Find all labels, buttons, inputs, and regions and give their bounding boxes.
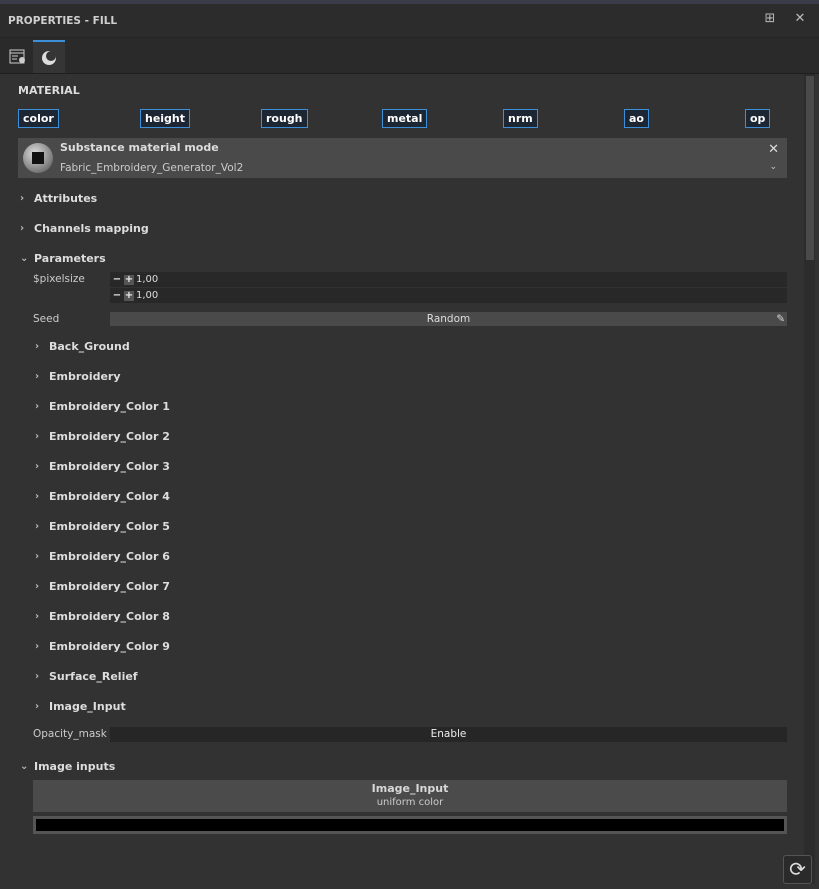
chevron-right-icon: › [35,371,40,382]
param-group[interactable]: › Embroidery [35,370,121,383]
param-group-label: Surface_Relief [49,670,138,683]
pixelsize-y-value: 1,00 [136,290,159,301]
param-group[interactable]: › Back_Ground [35,340,130,353]
section-label: Image inputs [34,760,116,773]
chevron-right-icon: › [35,671,40,682]
substance-material-card[interactable]: Substance material mode Fabric_Embroider… [18,138,787,178]
param-group-label: Embroidery_Color 5 [49,520,170,533]
chevron-right-icon: › [35,611,40,622]
tab-settings[interactable] [2,40,34,73]
chevron-right-icon: › [35,401,40,412]
chevron-right-icon: › [35,341,40,352]
param-group[interactable]: › Image_Input [35,700,126,713]
param-group[interactable]: › Embroidery_Color 7 [35,580,170,593]
param-group[interactable]: › Embroidery_Color 1 [35,400,170,413]
channel-color[interactable]: color [18,109,59,128]
param-group-label: Embroidery_Color 3 [49,460,170,473]
settings-list-icon [9,49,25,63]
refresh-icon[interactable]: ⟳ [783,855,812,884]
chevron-down-icon: ⌄ [20,253,29,264]
channel-ao[interactable]: ao [624,109,649,128]
param-group[interactable]: › Embroidery_Color 8 [35,610,170,623]
param-group-label: Image_Input [49,700,126,713]
param-group[interactable]: › Embroidery_Color 5 [35,520,170,533]
param-group-label: Embroidery_Color 2 [49,430,170,443]
opacity-mask-enable-button[interactable]: Enable [110,727,787,742]
param-group-label: Embroidery_Color 4 [49,490,170,503]
material-name: Fabric_Embroidery_Generator_Vol2 [60,162,244,174]
chevron-right-icon: › [35,491,40,502]
param-group[interactable]: › Surface_Relief [35,670,138,683]
channel-height[interactable]: height [140,109,191,128]
close-icon[interactable]: ✕ [793,12,807,26]
section-image-inputs[interactable]: ⌄ Image inputs [20,760,115,773]
opacity-mask-label: Opacity_mask [33,728,107,740]
chevron-right-icon: › [35,431,40,442]
pixelsize-x-field[interactable]: − +1,00 [110,272,787,287]
chevron-right-icon: › [35,461,40,472]
chevron-right-icon: › [35,641,40,652]
minus-icon[interactable]: − [112,274,122,285]
param-group[interactable]: › Embroidery_Color 2 [35,430,170,443]
pixelsize-label: $pixelsize [33,273,85,285]
section-label: Attributes [34,192,98,205]
chevron-right-icon: › [20,193,25,204]
section-parameters[interactable]: ⌄ Parameters [20,252,106,265]
chevron-right-icon: › [35,581,40,592]
chevron-down-icon[interactable]: ⌄ [769,162,777,172]
minus-icon[interactable]: − [112,290,122,301]
chevron-right-icon: › [35,521,40,532]
chevron-down-icon: ⌄ [20,761,29,772]
section-label: Parameters [34,252,106,265]
title-bar [0,4,819,38]
image-input-slot[interactable]: Image_Inputuniform color [33,780,787,812]
param-group[interactable]: › Embroidery_Color 4 [35,490,170,503]
close-icon[interactable]: ✕ [768,142,779,157]
section-label: Channels mapping [34,222,149,235]
material-sphere-icon [42,50,56,65]
image-input-title: Image_Input [371,782,449,795]
channel-rough[interactable]: rough [261,109,308,128]
pencil-icon[interactable]: ✎ [776,312,785,326]
chevron-right-icon: › [35,551,40,562]
param-group[interactable]: › Embroidery_Color 9 [35,640,170,653]
material-mode-title: Substance material mode [60,141,219,154]
tab-material[interactable] [33,40,65,73]
channel-metal[interactable]: metal [382,109,428,128]
channel-op[interactable]: op [745,109,771,128]
param-group-label: Embroidery_Color 1 [49,400,170,413]
param-group-label: Embroidery_Color 8 [49,610,170,623]
color-fill [36,819,784,831]
param-group-label: Embroidery_Color 7 [49,580,170,593]
scrollbar-thumb[interactable] [806,76,814,260]
param-group[interactable]: › Embroidery_Color 3 [35,460,170,473]
image-input-subtitle: uniform color [376,797,444,808]
plus-icon[interactable]: + [124,274,134,285]
dock-icon[interactable]: ⊞ [763,12,777,26]
param-group-label: Embroidery_Color 9 [49,640,170,653]
pixelsize-y-field[interactable]: − +1,00 [110,288,787,303]
section-attributes[interactable]: › Attributes [20,192,97,205]
uniform-color-swatch[interactable] [33,816,787,834]
section-channels-mapping[interactable]: › Channels mapping [20,222,149,235]
channel-nrm[interactable]: nrm [503,109,538,128]
param-group-label: Embroidery_Color 6 [49,550,170,563]
param-group[interactable]: › Embroidery_Color 6 [35,550,170,563]
material-section-title: MATERIAL [18,84,80,97]
plus-icon[interactable]: + [124,290,134,301]
pixelsize-x-value: 1,00 [136,274,159,285]
chevron-right-icon: › [20,223,25,234]
param-group-label: Back_Ground [49,340,130,353]
tab-bar [0,38,819,74]
material-preview-icon [23,143,53,173]
seed-label: Seed [33,313,60,325]
window-title: PROPERTIES - FILL [8,15,118,27]
param-group-label: Embroidery [49,370,121,383]
seed-random-button[interactable]: Random ✎ [110,312,787,326]
seed-value: Random [426,313,471,325]
chevron-right-icon: › [35,701,40,712]
